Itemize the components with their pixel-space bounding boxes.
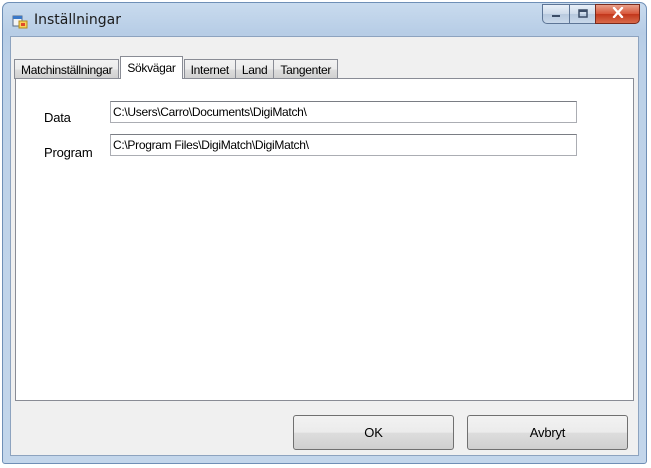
data-path-input[interactable]: C:\Users\Carro\Documents\DigiMatch\ xyxy=(110,101,577,123)
minimize-icon xyxy=(551,5,561,23)
title-bar[interactable]: Inställningar xyxy=(3,3,646,35)
ok-button[interactable]: OK xyxy=(293,415,454,450)
tab-sokvagar[interactable]: Sökvägar xyxy=(120,56,183,79)
minimize-button[interactable] xyxy=(542,4,569,24)
tab-matchinstallningar[interactable]: Matchinställningar xyxy=(14,59,120,79)
settings-window: Inställningar Matchinställningar Sökväga… xyxy=(2,2,647,464)
cancel-button[interactable]: Avbryt xyxy=(467,415,628,450)
sokvagar-tab-panel: Data C:\Users\Carro\Documents\DigiMatch\… xyxy=(15,78,634,401)
program-path-input[interactable]: C:\Program Files\DigiMatch\DigiMatch\ xyxy=(110,134,577,156)
window-app-icon[interactable] xyxy=(12,13,28,29)
maximize-button[interactable] xyxy=(569,4,595,24)
tab-tangenter[interactable]: Tangenter xyxy=(273,59,339,79)
close-button[interactable] xyxy=(595,4,640,24)
data-path-label: Data xyxy=(44,110,71,125)
window-title: Inställningar xyxy=(34,12,122,28)
caption-buttons xyxy=(542,4,640,24)
program-path-label: Program xyxy=(44,145,93,160)
maximize-icon xyxy=(577,5,588,23)
tab-internet[interactable]: Internet xyxy=(183,59,236,79)
tab-land[interactable]: Land xyxy=(234,59,275,79)
close-icon xyxy=(612,5,624,23)
tab-strip: Matchinställningar Sökvägar Internet Lan… xyxy=(14,56,339,79)
dialog-client-area: Matchinställningar Sökvägar Internet Lan… xyxy=(10,36,639,456)
